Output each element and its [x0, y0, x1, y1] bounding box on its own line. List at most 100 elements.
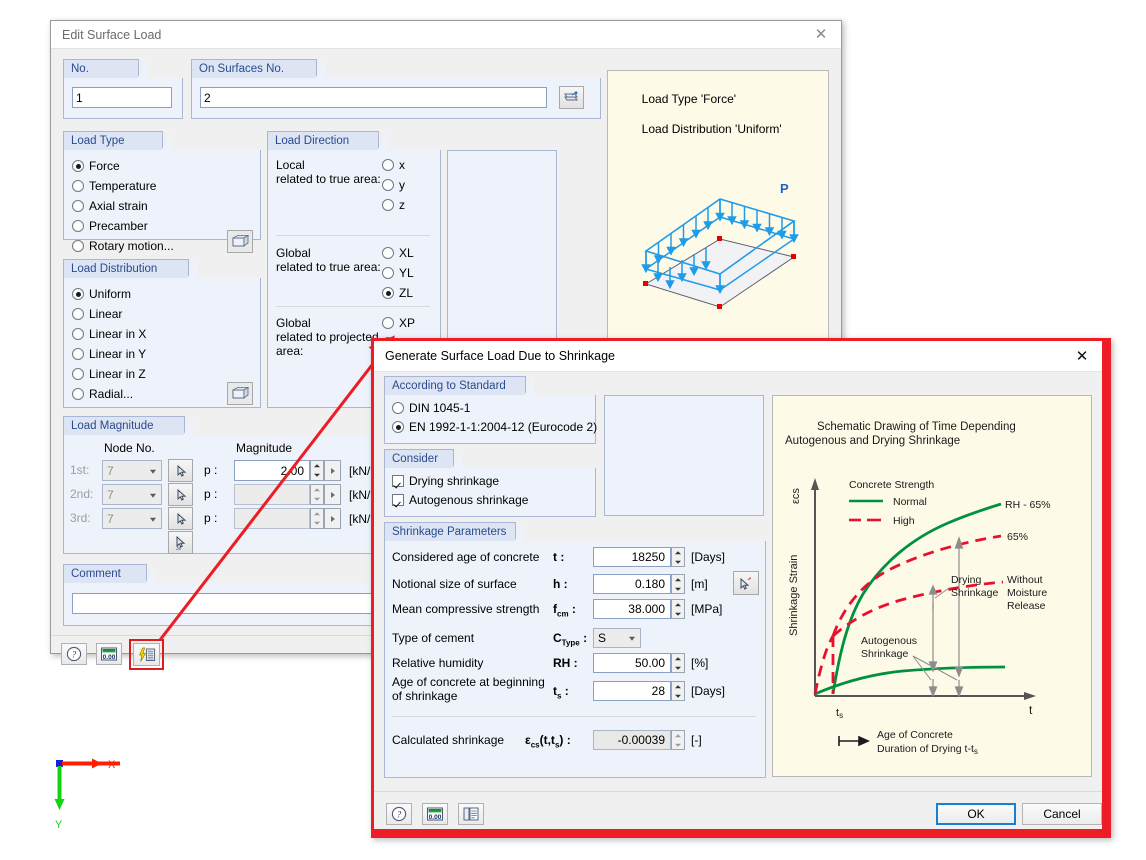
- param-spinner-0[interactable]: [671, 547, 685, 567]
- magnitude-spinner-3[interactable]: [310, 508, 324, 529]
- chevron-down-icon: [144, 509, 161, 528]
- load-no-input[interactable]: 1: [72, 87, 172, 108]
- radio-linear-x[interactable]: Linear in X: [72, 327, 146, 341]
- radio-dot: [382, 159, 394, 171]
- pick-node-button-1[interactable]: [168, 459, 193, 482]
- radio-dot: [392, 402, 404, 414]
- magnitude-spinner-1[interactable]: [310, 460, 324, 481]
- spinner-down-icon[interactable]: [311, 471, 323, 481]
- spinner-down-icon[interactable]: [311, 495, 323, 505]
- radio-dir-zl[interactable]: ZL: [382, 286, 413, 300]
- spinner-down-icon[interactable]: [672, 609, 684, 618]
- shrinkage-footer-divider: [374, 791, 1102, 792]
- radio-dir-xp[interactable]: XP: [382, 316, 415, 330]
- param-spinner-5[interactable]: [671, 681, 685, 701]
- param-spinner-1[interactable]: [671, 574, 685, 594]
- close-icon[interactable]: ✕: [1068, 345, 1096, 367]
- param-spinner-4[interactable]: [671, 653, 685, 673]
- magnitude-more-button-3[interactable]: [324, 508, 341, 529]
- load-preview-pane: Load Type 'Force' Load Distribution 'Uni…: [607, 70, 829, 366]
- param-unit-0: [Days]: [691, 550, 726, 564]
- close-icon[interactable]: ✕: [807, 24, 835, 46]
- param-symbol-0: t :: [553, 550, 565, 564]
- magnitude-spinner-2[interactable]: [310, 484, 324, 505]
- spinner-up-icon[interactable]: [311, 461, 323, 471]
- shrinkage-details-button[interactable]: [458, 803, 484, 825]
- radio-dir-y[interactable]: y: [382, 178, 405, 192]
- radio-linear-z[interactable]: Linear in Z: [72, 367, 146, 381]
- radio-dir-z[interactable]: z: [382, 198, 405, 212]
- param-unit-1: [m]: [691, 577, 708, 591]
- radio-temperature[interactable]: Temperature: [72, 179, 156, 193]
- radio-uniform[interactable]: Uniform: [72, 287, 131, 301]
- radio-dot: [72, 368, 84, 380]
- pick-node-button-2[interactable]: [168, 483, 193, 506]
- param-input-5[interactable]: 28: [593, 681, 671, 701]
- checkbox-drying-shrinkage[interactable]: Drying shrinkage: [392, 474, 499, 488]
- spinner-down-icon[interactable]: [311, 519, 323, 529]
- node-value-1: 7: [107, 463, 114, 478]
- node-combo-2[interactable]: 7: [102, 484, 162, 505]
- node-combo-3[interactable]: 7: [102, 508, 162, 529]
- radio-din-1045-1[interactable]: DIN 1045-1: [392, 401, 470, 415]
- pick-node-button-3[interactable]: [168, 507, 193, 530]
- radio-radial[interactable]: Radial...: [72, 387, 133, 401]
- param-input-1[interactable]: 0.180: [593, 574, 671, 594]
- radio-dir-x[interactable]: x: [382, 158, 405, 172]
- param-value-2: 38.000: [628, 602, 665, 616]
- radio-linear-y[interactable]: Linear in Y: [72, 347, 146, 361]
- param-input-2[interactable]: 38.000: [593, 599, 671, 619]
- load-distribution-settings-button[interactable]: [227, 382, 253, 405]
- shrinkage-help-button[interactable]: ?: [386, 803, 412, 825]
- cancel-button[interactable]: Cancel: [1022, 803, 1102, 825]
- param-spinner-2[interactable]: [671, 599, 685, 619]
- spinner-up-icon[interactable]: [672, 654, 684, 663]
- settings-dialog-icon: [232, 386, 249, 399]
- pick-surface-button[interactable]: [559, 86, 584, 109]
- radio-en-1992-1-1[interactable]: EN 1992-1-1:2004-12 (Eurocode 2): [392, 420, 597, 434]
- radio-dir-xl[interactable]: XL: [382, 246, 414, 260]
- spinner-down-icon[interactable]: [672, 663, 684, 672]
- radio-force[interactable]: Force: [72, 159, 120, 173]
- param-input-0[interactable]: 18250: [593, 547, 671, 567]
- spinner-up-icon[interactable]: [672, 575, 684, 584]
- magnitude-input-2[interactable]: [234, 484, 310, 505]
- ok-button[interactable]: OK: [936, 803, 1016, 825]
- load-type-settings-button[interactable]: [227, 230, 253, 253]
- param-label-2: Mean compressive strength: [392, 602, 540, 616]
- spinner-up-icon[interactable]: [672, 600, 684, 609]
- magnitude-more-button-2[interactable]: [324, 484, 341, 505]
- details-icon: [463, 807, 479, 821]
- help-button[interactable]: ?: [61, 643, 87, 665]
- spinner-down-icon[interactable]: [672, 557, 684, 566]
- spinner-up-icon[interactable]: [311, 509, 323, 519]
- on-surfaces-input[interactable]: 2: [200, 87, 547, 108]
- shrinkage-units-button[interactable]: 0.00: [422, 803, 448, 825]
- consider-caption: Consider: [384, 449, 462, 469]
- radio-rotary-motion[interactable]: Rotary motion...: [72, 239, 174, 253]
- magnitude-input-1[interactable]: 2.00: [234, 460, 310, 481]
- radio-dir-yl[interactable]: YL: [382, 266, 414, 280]
- magnitude-input-3[interactable]: [234, 508, 310, 529]
- radio-precamber[interactable]: Precamber: [72, 219, 148, 233]
- spinner-down-icon[interactable]: [672, 584, 684, 593]
- magnitude-more-button-1[interactable]: [324, 460, 341, 481]
- param-input-4[interactable]: 50.00: [593, 653, 671, 673]
- units-button[interactable]: 0.00: [96, 643, 122, 665]
- radio-dot: [72, 348, 84, 360]
- node-combo-1[interactable]: 7: [102, 460, 162, 481]
- radio-linear[interactable]: Linear: [72, 307, 122, 321]
- spinner-up-icon[interactable]: [311, 485, 323, 495]
- on-surfaces-group: On Surfaces No. 2: [191, 59, 601, 119]
- param-value-5: 28: [651, 684, 665, 698]
- checkbox-autogenous-shrinkage[interactable]: Autogenous shrinkage: [392, 493, 528, 507]
- shrinkage-info-panel: [604, 395, 764, 516]
- radio-axial-strain[interactable]: Axial strain: [72, 199, 148, 213]
- pick-surface-button-shrinkage[interactable]: [733, 571, 759, 595]
- pick-3-nodes-icon: 3x: [176, 535, 185, 550]
- pick-3-nodes-button[interactable]: 3x: [168, 531, 193, 554]
- cement-type-combo[interactable]: S: [593, 628, 641, 648]
- spinner-up-icon[interactable]: [672, 682, 684, 691]
- spinner-up-icon[interactable]: [672, 548, 684, 557]
- spinner-down-icon[interactable]: [672, 691, 684, 700]
